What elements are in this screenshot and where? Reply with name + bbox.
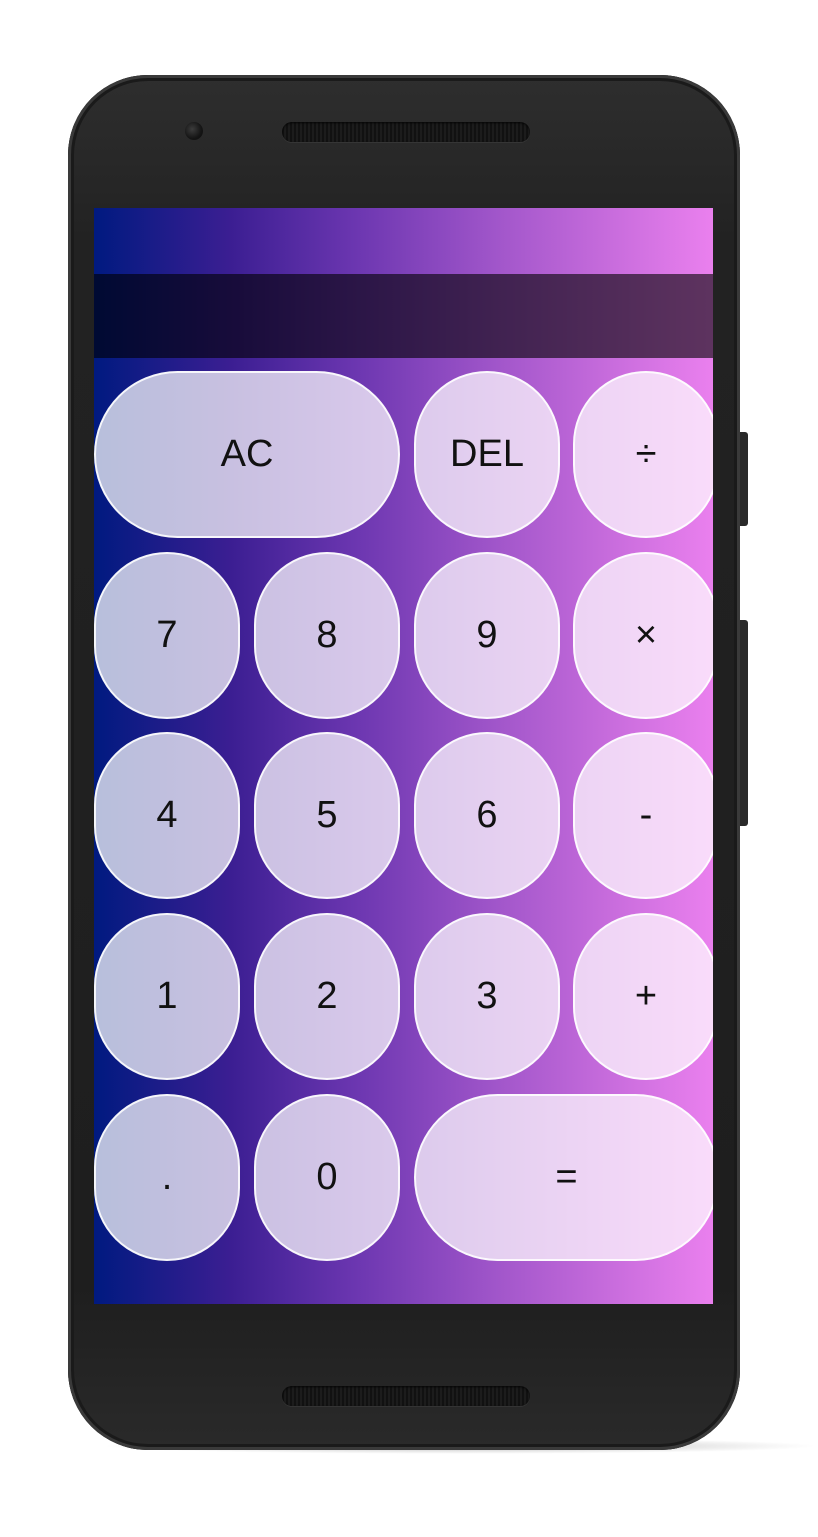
earpiece-speaker bbox=[282, 122, 530, 142]
digit-8-button[interactable]: 8 bbox=[254, 552, 400, 719]
status-bar bbox=[94, 208, 713, 274]
divide-button[interactable]: ÷ bbox=[573, 371, 713, 538]
equals-button[interactable]: = bbox=[414, 1094, 713, 1261]
digit-2-button[interactable]: 2 bbox=[254, 913, 400, 1080]
bottom-speaker bbox=[282, 1386, 530, 1406]
front-camera-icon bbox=[185, 122, 203, 140]
add-button[interactable]: + bbox=[573, 913, 713, 1080]
phone-screen: AC DEL ÷ 7 8 9 × 4 5 6 - 1 2 3 + . 0 = bbox=[94, 208, 713, 1304]
digit-9-button[interactable]: 9 bbox=[414, 552, 560, 719]
digit-6-button[interactable]: 6 bbox=[414, 732, 560, 899]
calculator-keypad: AC DEL ÷ 7 8 9 × 4 5 6 - 1 2 3 + . 0 = bbox=[94, 371, 713, 1261]
digit-1-button[interactable]: 1 bbox=[94, 913, 240, 1080]
digit-3-button[interactable]: 3 bbox=[414, 913, 560, 1080]
delete-button[interactable]: DEL bbox=[414, 371, 560, 538]
clear-all-button[interactable]: AC bbox=[94, 371, 400, 538]
subtract-button[interactable]: - bbox=[573, 732, 713, 899]
multiply-button[interactable]: × bbox=[573, 552, 713, 719]
digit-0-button[interactable]: 0 bbox=[254, 1094, 400, 1261]
power-button bbox=[740, 432, 748, 526]
digit-7-button[interactable]: 7 bbox=[94, 552, 240, 719]
digit-4-button[interactable]: 4 bbox=[94, 732, 240, 899]
decimal-point-button[interactable]: . bbox=[94, 1094, 240, 1261]
calculator-display bbox=[94, 274, 713, 358]
volume-button bbox=[740, 620, 748, 826]
digit-5-button[interactable]: 5 bbox=[254, 732, 400, 899]
